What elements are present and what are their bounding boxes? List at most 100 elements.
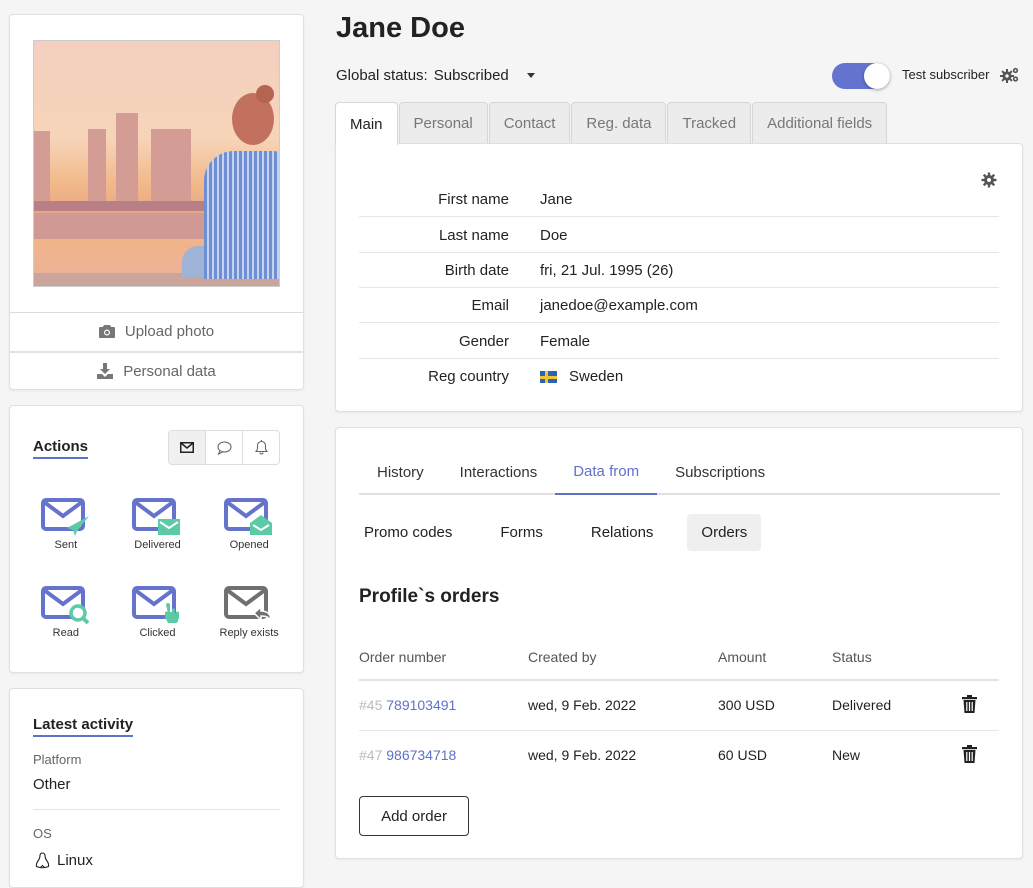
order-number-cell: #47 986734718 xyxy=(359,730,528,780)
field-value: Doe xyxy=(540,226,568,244)
tab-subscriptions[interactable]: Subscriptions xyxy=(657,450,783,495)
global-status-dropdown[interactable]: Global status: Subscribed xyxy=(336,67,535,84)
field-row-birth-date: Birth date fri, 21 Jul. 1995 (26) xyxy=(359,253,999,288)
action-read[interactable]: Read xyxy=(20,586,112,639)
actions-cell xyxy=(962,730,999,780)
os-value-text: Linux xyxy=(57,852,93,869)
tab-data-from[interactable]: Data from xyxy=(555,450,658,495)
actions-title: Actions xyxy=(33,438,89,459)
order-id: #47 xyxy=(359,747,383,764)
order-number-cell: #45 789103491 xyxy=(359,680,528,731)
field-label: Email xyxy=(471,296,509,314)
divider xyxy=(33,809,280,810)
tab-contact[interactable]: Contact xyxy=(488,102,571,144)
action-label: Clicked xyxy=(139,627,176,639)
tab-personal[interactable]: Personal xyxy=(398,102,488,144)
profile-photo xyxy=(33,40,280,287)
created-cell: wed, 9 Feb. 2022 xyxy=(528,747,637,764)
test-subscriber-toggle[interactable] xyxy=(832,63,890,89)
tab-reg-data[interactable]: Reg. data xyxy=(571,102,667,144)
data-tabs: History Interactions Data from Subscript… xyxy=(359,450,1000,495)
action-reply-exists[interactable]: Reply exists xyxy=(203,586,295,639)
channel-chat-button[interactable] xyxy=(206,431,243,464)
order-number-link[interactable]: 986734718 xyxy=(386,747,456,763)
created-cell: wed, 9 Feb. 2022 xyxy=(528,680,718,731)
field-label: Birth date xyxy=(444,261,509,279)
gears-icon[interactable] xyxy=(1000,66,1020,84)
field-label: First name xyxy=(438,190,509,208)
field-value: Female xyxy=(540,332,591,350)
upload-photo-button[interactable]: Upload photo xyxy=(10,312,303,350)
platform-value: Other xyxy=(33,776,71,793)
toggle-knob xyxy=(864,63,890,89)
tab-tracked[interactable]: Tracked xyxy=(667,102,752,144)
action-delivered[interactable]: Delivered xyxy=(112,498,204,551)
field-row-gender: Gender Female xyxy=(359,324,999,359)
mail-reply-icon xyxy=(224,586,272,622)
tab-main[interactable]: Main xyxy=(335,102,398,145)
tab-additional-fields[interactable]: Additional fields xyxy=(752,102,888,144)
table-header-row: Order number Created by Amount Status xyxy=(359,634,999,681)
field-row-reg-country: Reg country Sweden xyxy=(359,359,999,394)
profile-name: Jane Doe xyxy=(336,12,465,44)
column-header: Created by xyxy=(528,634,718,681)
subtab-promo-codes[interactable]: Promo codes xyxy=(350,514,466,551)
action-clicked[interactable]: Clicked xyxy=(112,586,204,639)
camera-icon xyxy=(98,325,115,338)
mail-opened-icon xyxy=(224,498,273,535)
os-value: Linux xyxy=(35,852,93,869)
field-value: Sweden xyxy=(540,368,623,385)
field-label: Reg country xyxy=(428,368,509,385)
action-label: Sent xyxy=(54,539,78,551)
global-status-label: Global status: xyxy=(336,67,428,84)
upload-photo-label: Upload photo xyxy=(124,323,215,340)
amount-cell: 60 USD xyxy=(718,747,768,764)
latest-activity-card: Latest activity Platform Other OS Linux xyxy=(9,688,304,888)
table-row: #45 789103491 wed, 9 Feb. 2022 300 USD D… xyxy=(359,680,999,731)
table-row: #47 986734718 wed, 9 Feb. 2022 60 USD Ne… xyxy=(359,730,999,780)
mail-sent-icon xyxy=(40,498,89,536)
order-number-link[interactable]: 789103491 xyxy=(386,697,456,713)
action-label: Delivered xyxy=(134,539,181,551)
column-header: Status xyxy=(832,634,962,681)
subtab-forms[interactable]: Forms xyxy=(486,514,557,551)
add-order-button[interactable]: Add order xyxy=(359,796,469,836)
field-value: Jane xyxy=(540,190,573,208)
trash-icon[interactable] xyxy=(962,744,977,763)
action-label: Opened xyxy=(229,539,269,551)
test-subscriber-label: Test subscriber xyxy=(902,67,990,82)
channel-email-button[interactable] xyxy=(169,431,206,464)
subtab-orders[interactable]: Orders xyxy=(687,514,762,551)
action-label: Read xyxy=(52,627,79,639)
orders-title: Profile`s orders xyxy=(359,586,500,607)
action-opened[interactable]: Opened xyxy=(203,498,295,551)
order-id: #45 xyxy=(359,697,383,714)
os-label: OS xyxy=(33,826,52,841)
field-value: fri, 21 Jul. 1995 (26) xyxy=(540,261,674,279)
field-label: Gender xyxy=(458,332,509,350)
download-icon xyxy=(97,363,114,379)
country-name: Sweden xyxy=(569,368,624,385)
channel-switch xyxy=(168,430,280,465)
action-label: Reply exists xyxy=(219,627,279,639)
bell-icon xyxy=(254,440,268,455)
personal-data-button[interactable]: Personal data xyxy=(10,351,303,389)
global-status-value: Subscribed xyxy=(433,67,509,84)
latest-activity-title: Latest activity xyxy=(33,716,134,737)
mail-delivered-icon xyxy=(132,498,181,535)
channel-push-button[interactable] xyxy=(243,431,279,464)
field-row-last-name: Last name Doe xyxy=(359,218,999,253)
mail-read-icon xyxy=(40,586,90,624)
tab-interactions[interactable]: Interactions xyxy=(442,450,556,495)
orders-table: Order number Created by Amount Status #4… xyxy=(359,634,999,780)
action-sent[interactable]: Sent xyxy=(20,498,112,551)
actions-card: Actions Sent Delivered Opened Read Click… xyxy=(9,405,304,673)
field-label: Last name xyxy=(438,226,509,244)
tab-history[interactable]: History xyxy=(359,450,442,495)
field-row-first-name: First name Jane xyxy=(359,182,999,217)
action-grid: Sent Delivered Opened Read Clicked Reply… xyxy=(20,498,295,639)
personal-data-label: Personal data xyxy=(123,362,216,380)
status-cell: New xyxy=(832,747,861,764)
subtab-relations[interactable]: Relations xyxy=(577,514,668,551)
trash-icon[interactable] xyxy=(962,694,977,713)
